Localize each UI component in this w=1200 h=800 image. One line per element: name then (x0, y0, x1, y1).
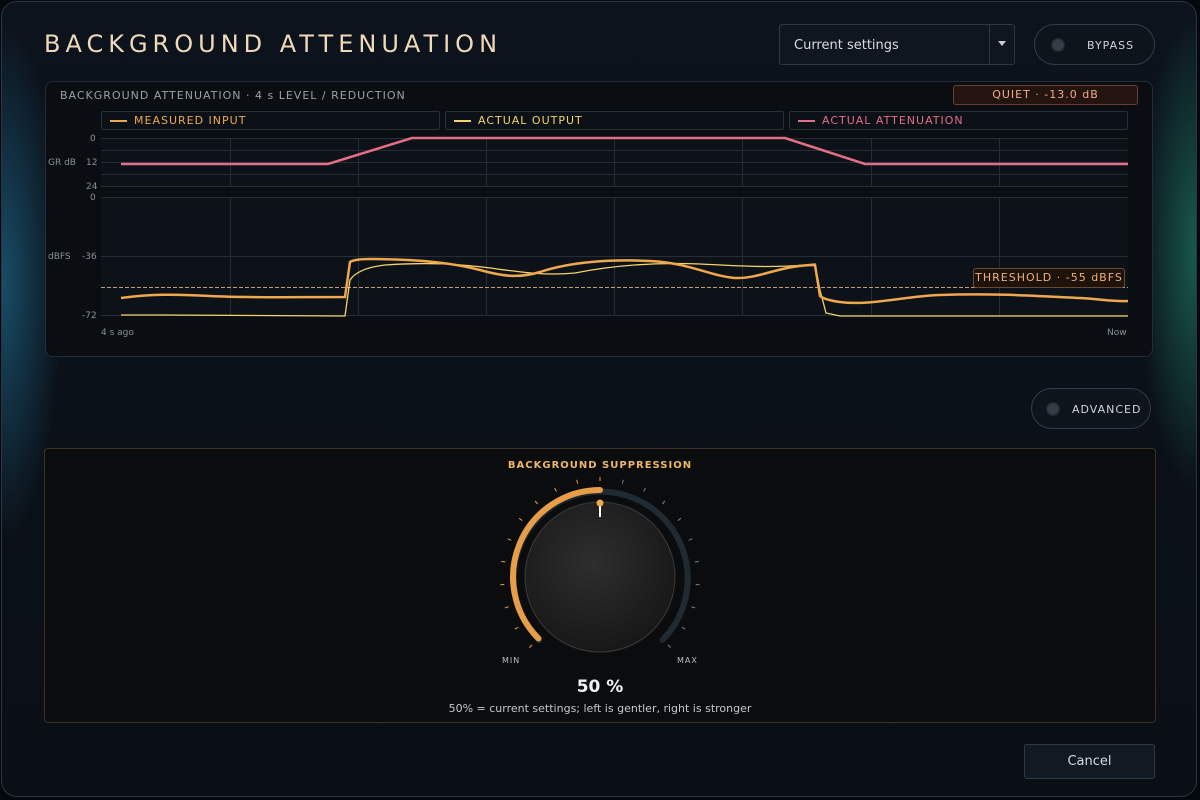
knob-tick (507, 538, 512, 541)
knob-tick (501, 560, 506, 563)
knob-tick (691, 606, 696, 609)
knob-tick (554, 487, 557, 492)
knob-tick (677, 517, 682, 521)
knob-tick (528, 644, 533, 649)
knob-tick (504, 606, 509, 609)
suppression-hint: 50% = current settings; left is gentler,… (448, 702, 752, 715)
knob-tick (518, 517, 523, 521)
knob-tick (661, 500, 666, 505)
knob-tick (621, 479, 624, 484)
knob-tick (576, 479, 579, 484)
knob-tick (688, 538, 693, 541)
suppression-knob[interactable] (524, 501, 676, 653)
knob-tick (694, 560, 699, 563)
knob-tick (643, 487, 646, 492)
knob-tick (667, 644, 672, 649)
cancel-button[interactable]: Cancel (1024, 744, 1155, 779)
knob-tick (534, 500, 539, 505)
knob-value-dot (596, 499, 604, 507)
suppression-value: 50 % (576, 677, 624, 697)
knob-tick (514, 626, 519, 630)
knob-tick (681, 626, 686, 630)
max-label: MAX (677, 656, 698, 665)
min-label: MIN (502, 656, 521, 665)
